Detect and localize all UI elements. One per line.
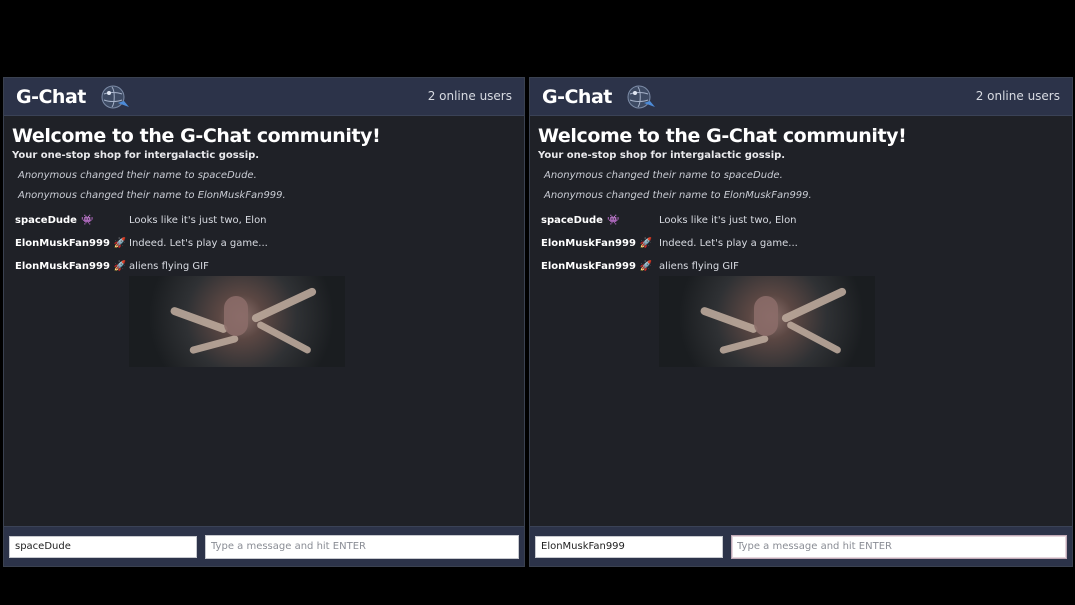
message-sender: spaceDude 👾 [12,215,129,226]
message-row: ElonMuskFan999 🚀 Indeed. Let's play a ga… [12,238,516,249]
globe-logo-icon [626,84,656,110]
alien-gif-image [129,276,345,367]
alien-gif-image [659,276,875,367]
sender-name: ElonMuskFan999 [15,261,110,272]
chat-footer [530,526,1072,566]
alien-icon: 👾 [606,215,620,226]
message-text: aliens flying GIF [129,261,209,272]
username-input[interactable] [535,535,723,558]
system-message: Anonymous changed their name to ElonMusk… [544,190,812,201]
welcome-title: Welcome to the G-Chat community! [538,125,907,147]
sender-name: spaceDude [541,215,603,226]
chat-content: Welcome to the G-Chat community! Your on… [4,116,524,367]
message-sender: ElonMuskFan999 🚀 [538,238,659,249]
chat-footer [4,526,524,566]
message-body: aliens flying GIF [659,261,875,367]
chat-header: G-Chat 2 online users [4,78,524,116]
welcome-tagline: Your one-stop shop for intergalactic gos… [538,150,786,161]
message-text: Looks like it's just two, Elon [129,215,267,226]
message-text: Looks like it's just two, Elon [659,215,797,226]
sender-name: spaceDude [15,215,77,226]
system-message: Anonymous changed their name to spaceDud… [544,170,783,181]
message-input[interactable] [731,534,1067,559]
message-sender: ElonMuskFan999 🚀 [12,238,129,249]
message-row: ElonMuskFan999 🚀 aliens flying GIF [12,261,516,367]
chat-header: G-Chat 2 online users [530,78,1072,116]
message-row: ElonMuskFan999 🚀 Indeed. Let's play a ga… [538,238,1064,249]
welcome-tagline: Your one-stop shop for intergalactic gos… [12,150,260,161]
online-users-count: 2 online users [427,89,512,103]
message-sender: ElonMuskFan999 🚀 [538,261,659,367]
message-text: Indeed. Let's play a game... [659,238,798,249]
rocket-icon: 🚀 [639,261,653,272]
app-brand: G-Chat [542,85,612,108]
message-input[interactable] [205,534,519,559]
message-row: spaceDude 👾 Looks like it's just two, El… [538,215,1064,226]
rocket-icon: 🚀 [113,238,127,249]
message-body: aliens flying GIF [129,261,345,367]
chat-content: Welcome to the G-Chat community! Your on… [530,116,1072,367]
welcome-title: Welcome to the G-Chat community! [12,125,381,147]
rocket-icon: 🚀 [113,261,127,272]
message-row: spaceDude 👾 Looks like it's just two, El… [12,215,516,226]
sender-name: ElonMuskFan999 [15,238,110,249]
message-row: ElonMuskFan999 🚀 aliens flying GIF [538,261,1064,367]
sender-name: ElonMuskFan999 [541,261,636,272]
chat-window-left: G-Chat 2 online users Welcome to the G-C… [3,77,525,567]
message-sender: spaceDude 👾 [538,215,659,226]
message-sender: ElonMuskFan999 🚀 [12,261,129,367]
system-message: Anonymous changed their name to spaceDud… [18,170,257,181]
globe-logo-icon [100,84,130,110]
message-text: aliens flying GIF [659,261,739,272]
chat-window-right: G-Chat 2 online users Welcome to the G-C… [529,77,1073,567]
rocket-icon: 🚀 [639,238,653,249]
message-text: Indeed. Let's play a game... [129,238,268,249]
username-input[interactable] [9,535,197,558]
system-message: Anonymous changed their name to ElonMusk… [18,190,286,201]
sender-name: ElonMuskFan999 [541,238,636,249]
app-brand: G-Chat [16,85,86,108]
alien-icon: 👾 [80,215,94,226]
online-users-count: 2 online users [975,89,1060,103]
